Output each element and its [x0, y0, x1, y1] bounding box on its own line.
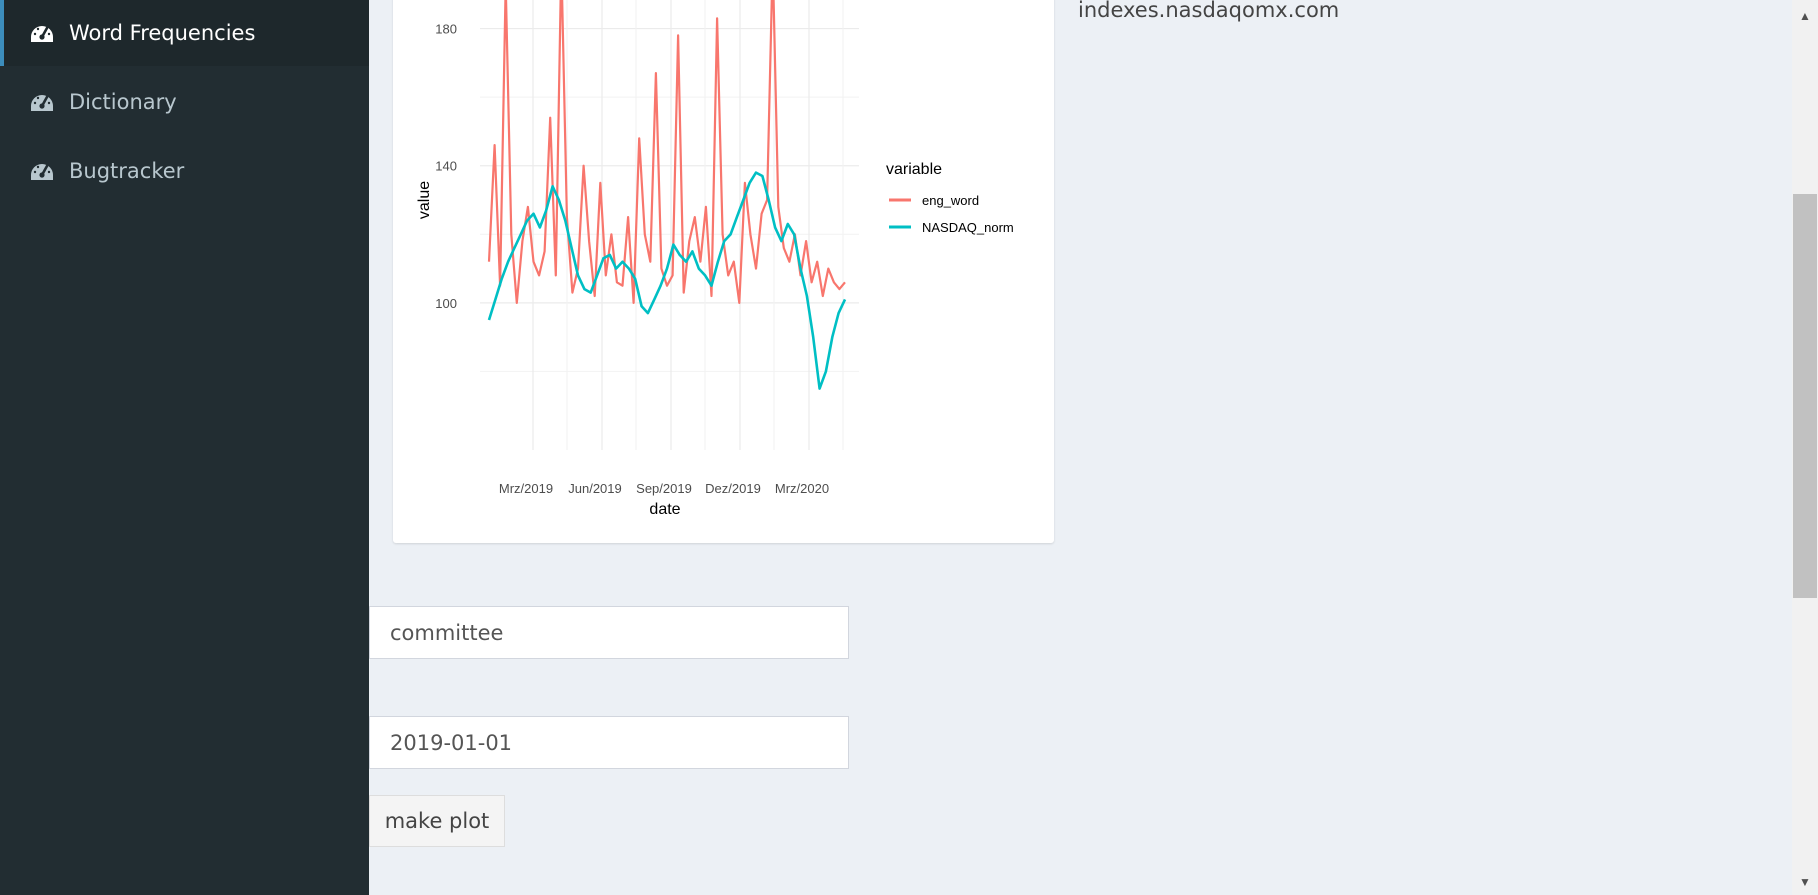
sidebar-item-word-frequencies[interactable]: Word Frequencies — [0, 0, 369, 66]
make-plot-button[interactable]: make plot — [369, 795, 505, 847]
sidebar-item-dictionary[interactable]: Dictionary — [0, 69, 369, 135]
scroll-up-arrow-icon[interactable]: ▲ — [1792, 6, 1818, 26]
dashboard-icon — [29, 158, 55, 184]
legend-title: variable — [886, 161, 942, 178]
sidebar-item-label: Word Frequencies — [69, 21, 256, 45]
word-input[interactable] — [369, 606, 849, 659]
line-chart: 100 140 180 Mrz/2019 Jun/2019 Sep/2019 Dez/201… — [416, 0, 1014, 518]
series-line-eng-word — [487, 0, 846, 304]
y-tick-label: 100 — [435, 296, 457, 311]
sidebar-item-label: Dictionary — [69, 90, 177, 114]
scrollbar[interactable]: ▲ ▼ — [1792, 0, 1818, 895]
date-input[interactable] — [369, 716, 849, 769]
sidebar-item-bugtracker[interactable]: Bugtracker — [0, 138, 369, 204]
scroll-down-arrow-icon[interactable]: ▼ — [1792, 872, 1818, 892]
y-tick-label: 140 — [435, 159, 457, 174]
x-tick-label: Dez/2019 — [705, 481, 761, 496]
x-axis-title: date — [649, 501, 680, 518]
plot-card: 100 140 180 Mrz/2019 Jun/2019 Sep/2019 Dez/201… — [393, 0, 1054, 543]
sidebar: Word Frequencies Dictionary Bugtracker — [0, 0, 369, 895]
y-tick-label: 180 — [435, 22, 457, 37]
dashboard-icon — [29, 20, 55, 46]
scroll-thumb[interactable] — [1793, 194, 1817, 598]
x-tick-label: Mrz/2020 — [775, 481, 829, 496]
x-tick-label: Sep/2019 — [636, 481, 692, 496]
sidebar-item-label: Bugtracker — [69, 159, 185, 183]
x-tick-label: Mrz/2019 — [499, 481, 553, 496]
source-text: indexes.nasdaqomx.com — [1078, 0, 1340, 22]
y-axis-title: value — [416, 181, 433, 219]
series-line-nasdaq-norm — [487, 171, 847, 390]
legend-label: eng_word — [922, 193, 979, 208]
x-tick-label: Jun/2019 — [568, 481, 622, 496]
legend-label: NASDAQ_norm — [922, 220, 1014, 235]
dashboard-icon — [29, 89, 55, 115]
